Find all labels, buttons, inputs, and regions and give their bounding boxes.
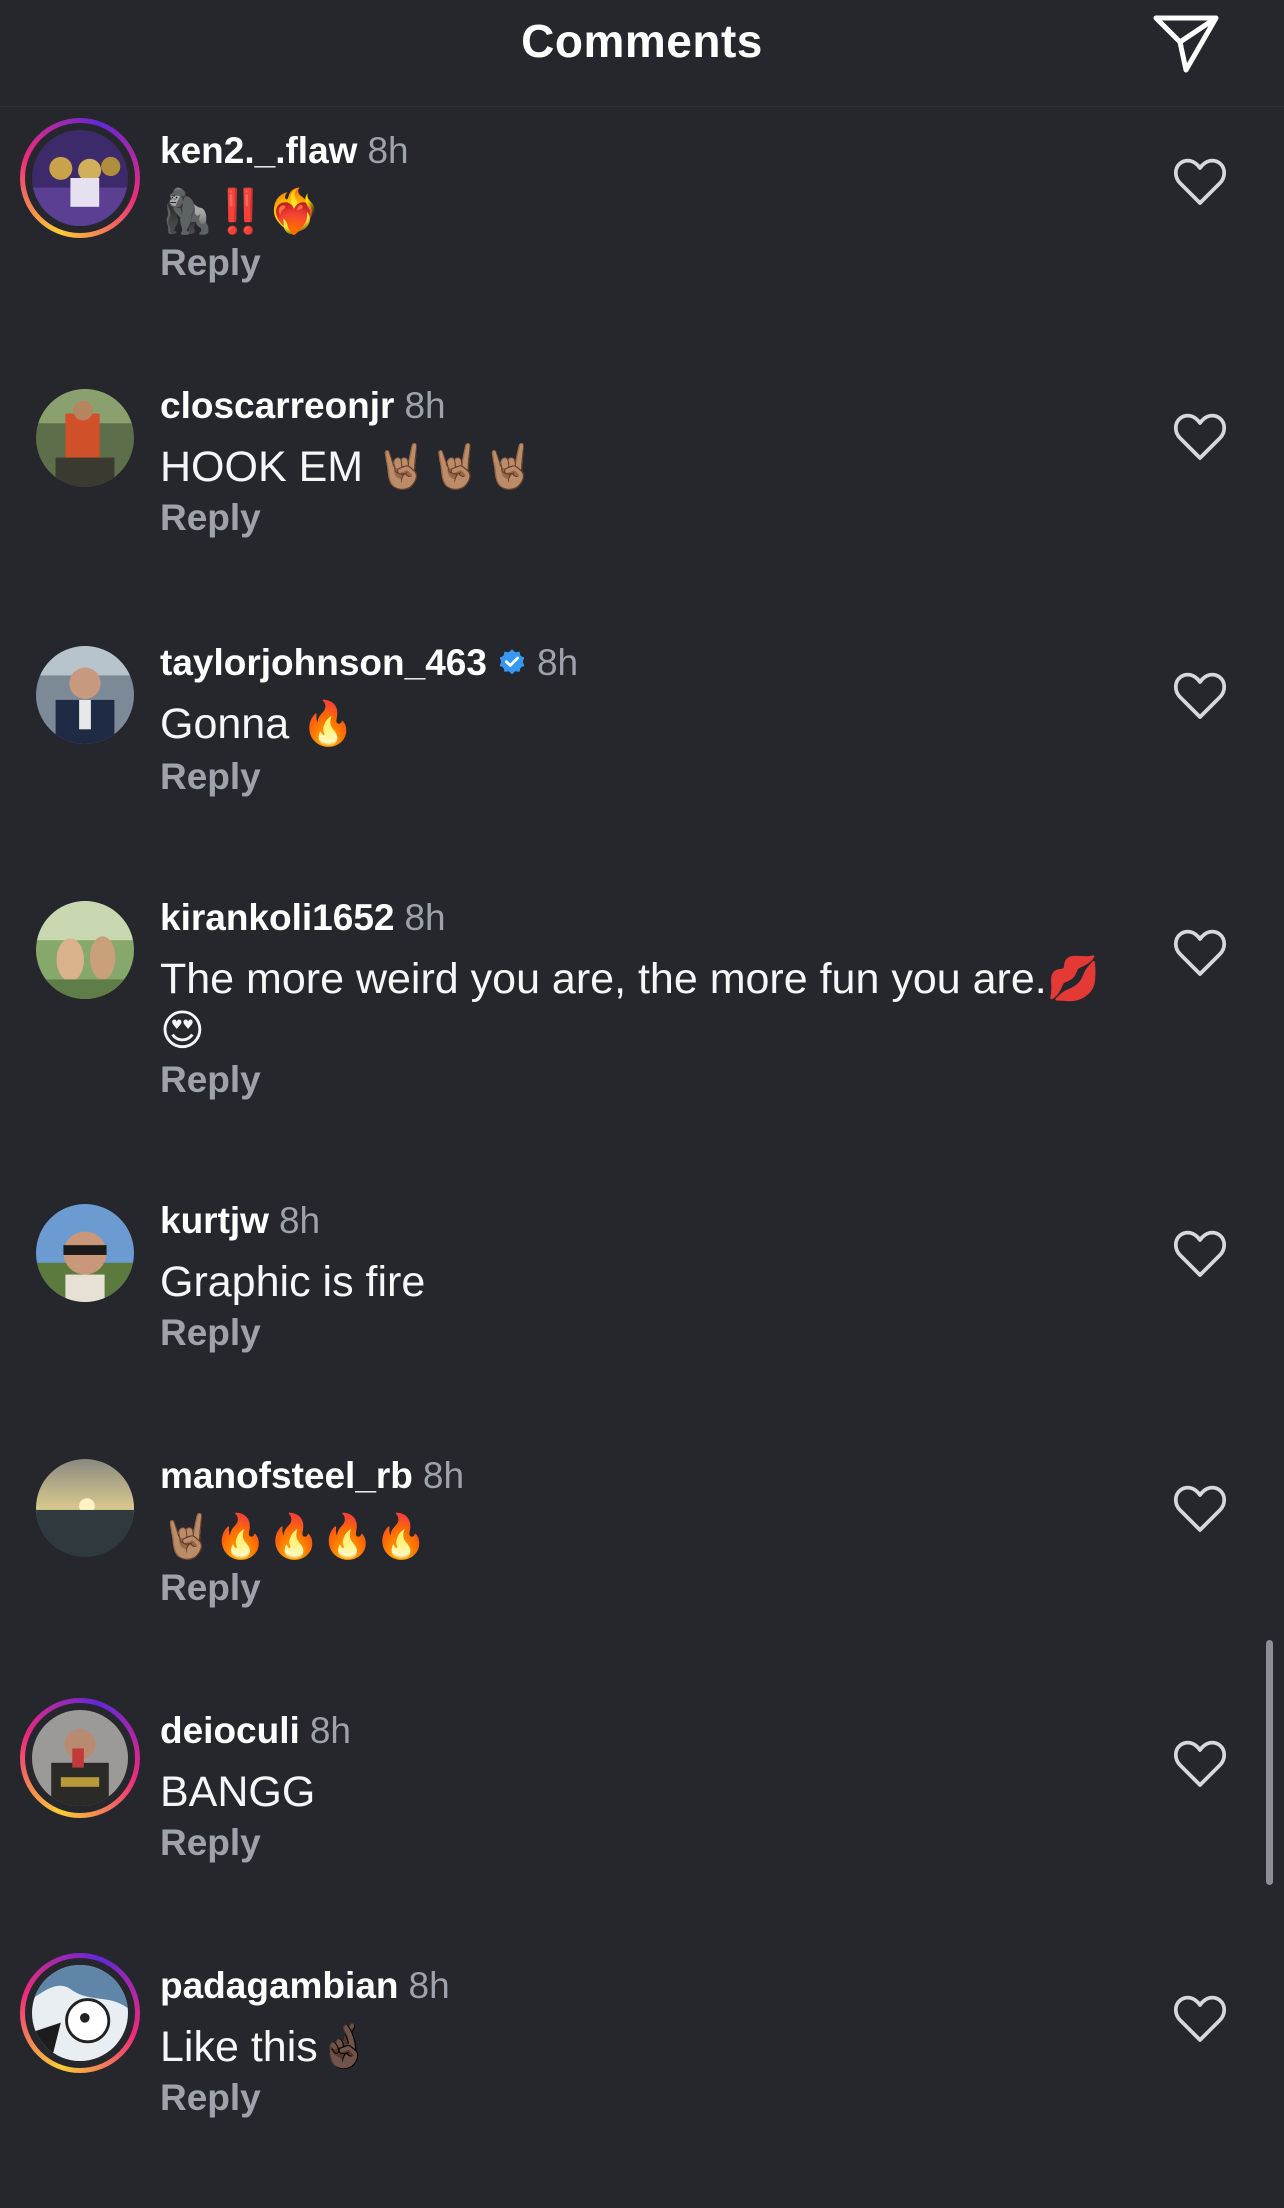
- timestamp: 8h: [278, 1200, 321, 1241]
- reply-button[interactable]: Reply: [160, 756, 261, 798]
- avatar[interactable]: [20, 1188, 140, 1308]
- heart-icon[interactable]: [1172, 411, 1228, 463]
- username[interactable]: deioculi: [160, 1710, 300, 1751]
- avatar[interactable]: [20, 1443, 140, 1563]
- comment-meta: deioculi 8h: [160, 1710, 351, 1752]
- username[interactable]: kurtjw: [160, 1200, 269, 1241]
- comment-meta: manofsteel_rb 8h: [160, 1455, 464, 1497]
- username[interactable]: padagambian: [160, 1965, 399, 2006]
- comment-meta: kurtjw 8h: [160, 1200, 320, 1242]
- comment-meta: ken2._.flaw 8h: [160, 130, 409, 172]
- username[interactable]: kirankoli1652: [160, 897, 394, 938]
- comment-item: manofsteel_rb 8h 🤘🏽🔥🔥🔥🔥 Reply: [0, 1443, 1284, 1698]
- reply-button[interactable]: Reply: [160, 1567, 261, 1609]
- header-bar: Comments: [0, 0, 1284, 107]
- comment-item: padagambian 8h Like this🤞🏿 Reply: [0, 1953, 1284, 2208]
- comment-item: taylorjohnson_463 8h Gonna 🔥 Reply: [0, 630, 1284, 885]
- reply-button[interactable]: Reply: [160, 1312, 261, 1354]
- timestamp: 8h: [536, 642, 579, 683]
- avatar[interactable]: [20, 373, 140, 493]
- comment-text: Gonna 🔥: [160, 700, 355, 748]
- comment-item: ken2._.flaw 8h 🦍‼️❤️‍🔥 Reply: [0, 118, 1284, 373]
- heart-icon[interactable]: [1172, 1228, 1228, 1280]
- comment-text: 🦍‼️❤️‍🔥: [160, 188, 321, 236]
- username[interactable]: taylorjohnson_463: [160, 642, 487, 683]
- timestamp: 8h: [404, 897, 446, 938]
- timestamp: 8h: [404, 385, 446, 426]
- comment-item: closcarreonjr 8h HOOK EM 🤘🏽🤘🏽🤘🏽 Reply: [0, 373, 1284, 628]
- verified-badge-icon: [499, 649, 525, 675]
- comment-text: 🤘🏽🔥🔥🔥🔥: [160, 1513, 428, 1561]
- avatar[interactable]: [20, 118, 140, 238]
- scrollbar[interactable]: [1266, 1640, 1273, 1885]
- comment-item: kirankoli1652 8h The more weird you are, …: [0, 885, 1284, 1140]
- comment-text: Like this🤞🏿: [160, 2023, 372, 2071]
- avatar[interactable]: [20, 885, 140, 1005]
- heart-icon[interactable]: [1172, 1738, 1228, 1790]
- reply-button[interactable]: Reply: [160, 242, 261, 284]
- heart-icon[interactable]: [1172, 156, 1228, 208]
- heart-icon[interactable]: [1172, 1483, 1228, 1535]
- username[interactable]: closcarreonjr: [160, 385, 394, 426]
- heart-icon[interactable]: [1172, 927, 1228, 979]
- avatar[interactable]: [20, 1698, 140, 1818]
- timestamp: 8h: [309, 1710, 351, 1751]
- username[interactable]: manofsteel_rb: [160, 1455, 413, 1496]
- paper-plane-icon[interactable]: [1150, 8, 1222, 76]
- comment-item: kurtjw 8h Graphic is fire Reply: [0, 1188, 1284, 1443]
- comment-text: Graphic is fire: [160, 1258, 426, 1306]
- avatar[interactable]: [20, 1953, 140, 2073]
- comment-meta: closcarreonjr 8h: [160, 385, 446, 427]
- comment-meta: padagambian 8h: [160, 1965, 450, 2007]
- page-title: Comments: [521, 15, 763, 67]
- comment-meta: kirankoli1652 8h: [160, 897, 446, 939]
- comment-text: HOOK EM 🤘🏽🤘🏽🤘🏽: [160, 443, 536, 491]
- reply-button[interactable]: Reply: [160, 2077, 261, 2119]
- timestamp: 8h: [408, 1965, 450, 2006]
- comment-meta: taylorjohnson_463 8h: [160, 642, 578, 684]
- timestamp: 8h: [422, 1455, 465, 1496]
- avatar[interactable]: [20, 630, 140, 750]
- username[interactable]: ken2._.flaw: [160, 130, 357, 171]
- reply-button[interactable]: Reply: [160, 497, 261, 539]
- comment-item: deioculi 8h BANGG Reply: [0, 1698, 1284, 1953]
- heart-icon[interactable]: [1172, 670, 1228, 722]
- comment-text: BANGG: [160, 1768, 316, 1816]
- comment-text: The more weird you are, the more fun you…: [160, 955, 1101, 1055]
- heart-icon[interactable]: [1172, 1993, 1228, 2045]
- timestamp: 8h: [367, 130, 409, 171]
- reply-button[interactable]: Reply: [160, 1059, 261, 1101]
- reply-button[interactable]: Reply: [160, 1822, 261, 1864]
